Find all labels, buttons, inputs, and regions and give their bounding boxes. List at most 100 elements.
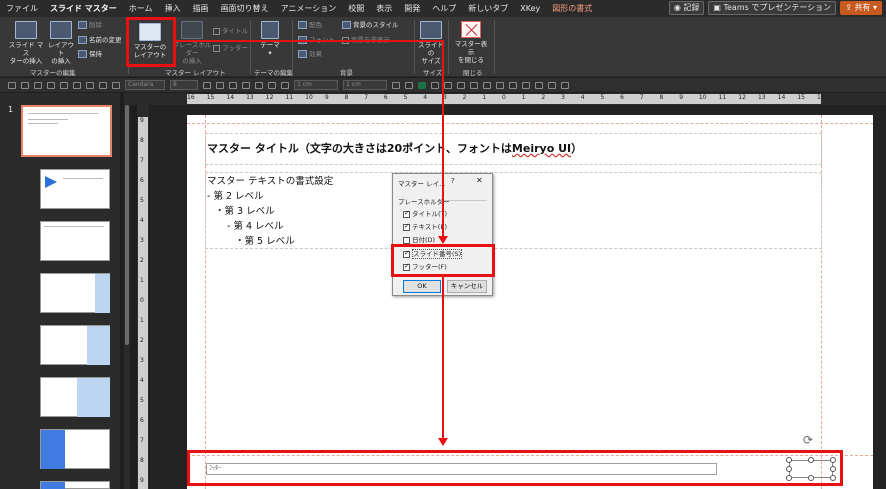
teams-present-button[interactable]: ▣ Teams でプレゼンテーション (708, 1, 837, 15)
slide-master-icon (15, 21, 37, 39)
align-icon[interactable] (21, 81, 29, 89)
font-color-icon[interactable] (203, 81, 211, 89)
tab-draw[interactable]: 描画 (187, 0, 215, 17)
footer-checkbox[interactable]: フッター (213, 44, 248, 52)
tab-transitions[interactable]: 画面切り替え (215, 0, 275, 17)
insert-slide-master-button[interactable]: スライド マス ターの挿入 (6, 21, 46, 65)
tab-new-tab[interactable]: 新しいタブ (462, 0, 514, 17)
share-button[interactable]: ⇪ 共有 ▾ (840, 1, 882, 15)
tab-xkey[interactable]: XKey (514, 0, 546, 17)
close-icon[interactable]: ✕ (476, 176, 483, 185)
text-direction-icon[interactable] (112, 81, 120, 89)
cancel-button[interactable]: キャンセル (447, 280, 487, 293)
ruler-strip: 16 15 14 13 12 11 10 9 8 7 6 5 4 3 2 1 0 1 2 3 4 5 6 7 8 9 10 11 12 1… (187, 94, 825, 104)
close-icon (461, 21, 481, 38)
shape-width-field[interactable]: 1 cm (294, 80, 338, 90)
layout-thumbnail[interactable] (40, 377, 110, 417)
rename-button[interactable]: 名前の変更 (78, 36, 122, 44)
master-thumbnail[interactable] (21, 105, 112, 157)
thumbnail-scrollbar[interactable] (124, 93, 130, 489)
background-style-label: 背景のスタイル (353, 21, 399, 29)
insert-layout-label-1: レイアウト (48, 41, 74, 57)
font-size-field[interactable]: 8 (170, 80, 198, 90)
shape-icon[interactable] (535, 81, 543, 89)
group-separator (292, 20, 293, 74)
preserve-button[interactable]: 保持 (78, 50, 102, 58)
ok-button[interactable]: OK (403, 280, 441, 293)
insert-layout-button[interactable]: レイアウト の挿入 (46, 21, 76, 65)
shape-icon[interactable] (522, 81, 530, 89)
checkbox-checked-icon[interactable] (403, 222, 410, 231)
theme-icon (261, 21, 279, 39)
layout-thumbnail[interactable] (40, 481, 110, 489)
checkbox-icon[interactable] (403, 236, 410, 244)
layout-thumbnail[interactable] (40, 273, 110, 313)
colors-dropdown[interactable]: 配色 (298, 21, 322, 29)
list-icon[interactable] (60, 81, 68, 89)
slide-thumbnail-pane: 1 (0, 93, 120, 489)
group-divider (441, 200, 487, 201)
list-icon[interactable] (47, 81, 55, 89)
slide-master[interactable]: マスター タイトル（文字の大きさは20ポイント、フォントはMeiryo UI） … (187, 115, 873, 489)
guide-line (187, 123, 873, 124)
shape-icon[interactable] (548, 81, 556, 89)
close-master-view-button[interactable]: マスター表示 を閉じる (452, 21, 490, 64)
scrollbar-thumb[interactable] (125, 105, 129, 345)
tab-review[interactable]: 校閲 (342, 0, 370, 17)
layout-thumbnail[interactable] (40, 169, 110, 209)
background-style-dropdown[interactable]: 背景のスタイル (342, 21, 399, 29)
title-checkbox[interactable]: タイトル (213, 27, 248, 35)
record-button[interactable]: ◉ 記録 (668, 1, 705, 15)
tab-insert[interactable]: 挿入 (159, 0, 187, 17)
insert-placeholder-button[interactable]: プレースホルダー の挿入 (170, 21, 214, 65)
tab-view[interactable]: 表示 (370, 0, 398, 17)
tab-help[interactable]: ヘルプ (426, 0, 462, 17)
layout-thumbnail[interactable] (40, 325, 110, 365)
text-option[interactable]: テキスト(E) (403, 222, 447, 232)
ruler-tick: 11 (285, 94, 294, 101)
theme-button[interactable]: テーマ ▾ (256, 21, 284, 57)
layout-thumbnail[interactable] (40, 429, 110, 469)
tab-shape-format[interactable]: 図形の書式 (546, 0, 598, 17)
tab-animations[interactable]: アニメーション (275, 0, 343, 17)
font-name-field[interactable]: Candara (125, 80, 165, 90)
arrange-icon[interactable] (405, 81, 413, 89)
excel-icon[interactable] (418, 81, 426, 89)
shape-height-field[interactable]: 1 cm (343, 80, 387, 90)
table-icon[interactable] (457, 81, 465, 89)
play-icon[interactable] (496, 81, 504, 89)
link-icon[interactable] (509, 81, 517, 89)
help-icon[interactable]: ? (451, 177, 455, 185)
line-color-icon[interactable] (229, 81, 237, 89)
more-icon[interactable] (561, 81, 569, 89)
shape-icon[interactable] (281, 81, 289, 89)
ruler-tick: 16 (187, 94, 195, 101)
effects-dropdown[interactable]: 効果 (298, 50, 322, 58)
shape-icon[interactable] (242, 81, 250, 89)
table-icon[interactable] (444, 81, 452, 89)
checkbox-checked-icon[interactable] (403, 209, 410, 218)
shape-icon[interactable] (255, 81, 263, 89)
indent-icon[interactable] (86, 81, 94, 89)
picture-icon[interactable] (470, 81, 478, 89)
picture-icon[interactable] (483, 81, 491, 89)
fill-color-icon[interactable] (216, 81, 224, 89)
grid-icon[interactable] (8, 81, 16, 89)
columns-icon[interactable] (99, 81, 107, 89)
rotate-handle-icon[interactable]: ⟳ (803, 433, 813, 447)
shape-icon[interactable] (268, 81, 276, 89)
arrange-icon[interactable] (392, 81, 400, 89)
delete-button[interactable]: 削除 (78, 21, 102, 29)
ruler-tick: 8 (344, 94, 349, 101)
tab-slide-master[interactable]: スライド マスター (44, 0, 123, 17)
title-option[interactable]: タイトル(T) (403, 209, 447, 219)
tab-file[interactable]: ファイル (0, 0, 44, 17)
layout-thumbnail[interactable] (40, 221, 110, 261)
tab-home[interactable]: ホーム (123, 0, 159, 17)
ruler-tick: 11 (718, 94, 727, 101)
align-icon[interactable] (34, 81, 42, 89)
tab-developer[interactable]: 開発 (398, 0, 426, 17)
table-icon[interactable] (431, 81, 439, 89)
ruler-tick: 14 (777, 94, 786, 101)
indent-icon[interactable] (73, 81, 81, 89)
